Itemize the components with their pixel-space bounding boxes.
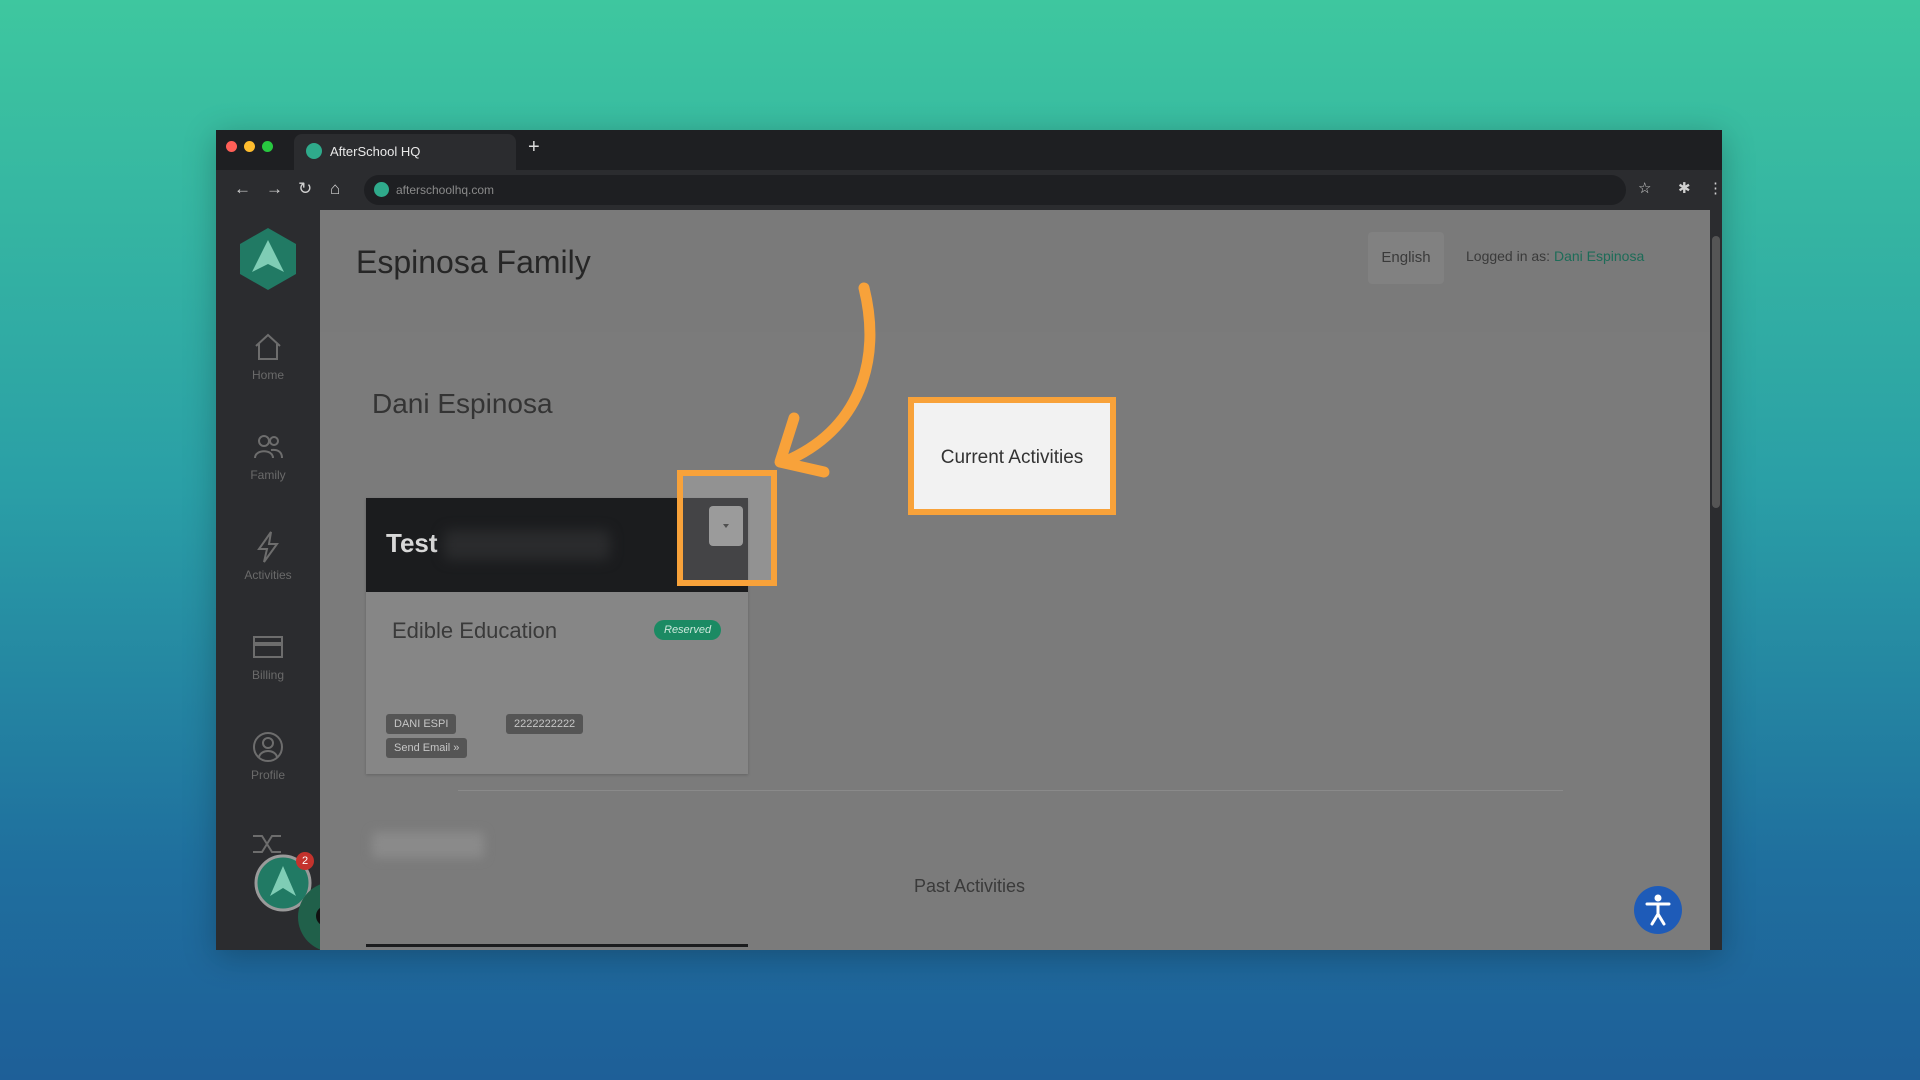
sidebar-item-billing[interactable]: Billing (216, 630, 320, 710)
section-divider (458, 790, 1563, 791)
browser-toolbar: ← → ↻ ⌂ afterschoolhq.com ☆ ✱ ⋮ (216, 170, 1722, 210)
logged-in-info: Logged in as: Dani Espinosa (1466, 248, 1644, 264)
page-title: Espinosa Family (356, 244, 591, 280)
lightning-icon (257, 531, 279, 563)
site-icon (374, 182, 389, 197)
sidebar: Home Family Activities Billing Profile 2 (216, 210, 368, 950)
sidebar-item-activities[interactable]: Activities (216, 530, 320, 610)
plus-icon[interactable]: + (528, 136, 540, 159)
notification-badge: 2 (296, 852, 314, 870)
logged-in-label: Logged in as: (1466, 248, 1551, 264)
blurred-name (444, 530, 610, 560)
sidebar-item-home[interactable]: Home (216, 330, 320, 410)
browser-tab[interactable]: AfterSchool HQ (294, 134, 516, 170)
accessibility-icon (1645, 894, 1671, 926)
bookmark-star-icon[interactable]: ☆ (1638, 179, 1651, 197)
language-button[interactable]: English (1368, 232, 1444, 284)
sidebar-item-label: Profile (250, 768, 285, 782)
current-activities-callout[interactable]: Current Activities (908, 397, 1116, 515)
favicon-icon (306, 143, 322, 159)
close-window-button[interactable] (226, 141, 237, 152)
sidebar-item-label: Home (251, 368, 284, 382)
home-browser-icon[interactable]: ⌂ (330, 179, 340, 199)
phone-chip[interactable]: 2222222222 (506, 714, 584, 734)
tab-title: AfterSchool HQ (330, 144, 421, 159)
past-card-edge (366, 944, 748, 947)
billing-icon (253, 636, 283, 658)
extensions-icon[interactable]: ✱ (1678, 179, 1691, 197)
past-activities-label[interactable]: Past Activities (914, 876, 1025, 897)
activity-name[interactable]: Edible Education (392, 618, 557, 644)
profile-icon (253, 732, 283, 762)
browser-window: AfterSchool HQ + ← → ↻ ⌂ afterschoolhq.c… (216, 130, 1722, 950)
back-arrow-icon[interactable]: ← (234, 179, 251, 199)
scrollbar[interactable] (1710, 210, 1722, 950)
member-name: Dani Espinosa (372, 388, 553, 419)
minimize-window-button[interactable] (244, 141, 255, 152)
card-title: Test (386, 528, 438, 558)
status-badge: Reserved (654, 620, 722, 640)
faded-heading (372, 832, 484, 858)
family-icon (254, 435, 283, 459)
browser-menu-icon[interactable]: ⋮ (1708, 179, 1722, 197)
user-name-link[interactable]: Dani Espinosa (1554, 248, 1644, 264)
student-chip: DANI ESPI (386, 714, 457, 734)
sidebar-item-family[interactable]: Family (216, 430, 320, 510)
sidebar-item-label: Billing (251, 668, 284, 682)
tab-bar: AfterSchool HQ + (216, 130, 1722, 170)
app-logo-icon (240, 228, 296, 290)
sidebar-item-label: Family (250, 468, 286, 482)
sidebar-item-label: Activities (244, 568, 292, 582)
send-email-chip[interactable]: Send Email » (386, 738, 468, 758)
sidebar-item-profile[interactable]: Profile (216, 730, 320, 810)
accessibility-button[interactable] (1634, 886, 1682, 934)
app-area: Home Family Activities Billing Profile 2… (216, 210, 1722, 950)
highlight-box (677, 470, 777, 586)
page-header: Espinosa Family English Logged in as: Da… (320, 210, 1710, 332)
address-bar[interactable]: afterschoolhq.com (364, 175, 1626, 205)
maximize-window-button[interactable] (262, 141, 273, 152)
home-icon (255, 333, 281, 360)
callout-text: Current Activities (940, 447, 1084, 468)
forward-arrow-icon[interactable]: → (266, 179, 283, 199)
scroll-thumb[interactable] (1712, 236, 1720, 508)
url-text: afterschoolhq.com (396, 183, 495, 197)
reload-icon[interactable]: ↻ (298, 179, 312, 199)
